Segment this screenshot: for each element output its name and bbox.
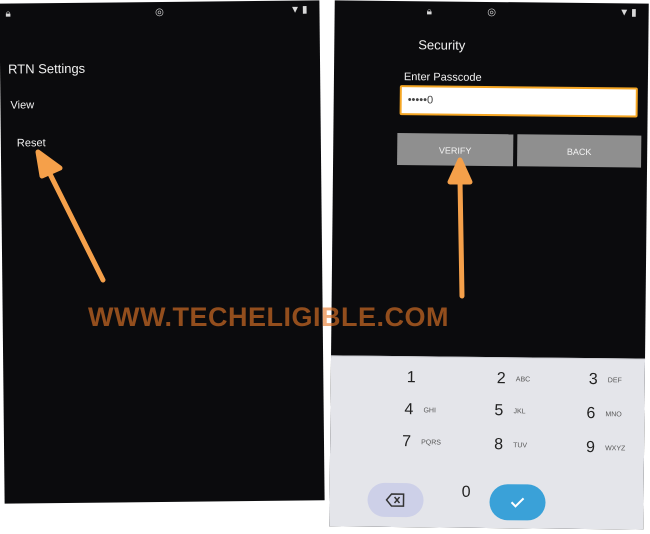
status-bar: 🔒︎ ◎ ▼▮ (335, 0, 649, 25)
menu-item-view[interactable]: View (10, 99, 34, 111)
lock-icon: 🔒︎ (426, 6, 433, 18)
left-phone-screen: 🔒︎ ◎ ▼▮ RTN Settings View Reset (0, 0, 325, 504)
key-number: 3 (588, 371, 598, 389)
key-number: 9 (586, 439, 596, 457)
key-number: 6 (586, 405, 596, 423)
done-key[interactable] (489, 484, 546, 521)
circle-icon: ◎ (487, 6, 497, 19)
key-letters: PQRS (421, 439, 442, 447)
verify-button[interactable]: VERIFY (397, 133, 514, 167)
check-icon (510, 497, 525, 508)
key-number: 0 (461, 483, 471, 501)
key-number: 5 (494, 402, 504, 420)
key-number: 2 (496, 370, 506, 388)
right-phone-screen: 🔒︎ ◎ ▼▮ Security Enter Passcode •••••0 V… (329, 0, 649, 530)
key-letters: MNO (605, 411, 622, 419)
key-letters: ABC (515, 376, 531, 384)
key-letters: JKL (513, 408, 526, 416)
wifi-battery-icon: ▼▮ (619, 7, 639, 19)
key-8[interactable]: 8 TUV (458, 428, 548, 465)
key-letters: WXYZ (605, 445, 626, 453)
lock-icon: 🔒︎ (5, 8, 11, 20)
key-number: 8 (494, 436, 504, 454)
menu-item-reset[interactable]: Reset (17, 137, 46, 149)
key-letters: TUV (513, 442, 528, 450)
watermark-text: WWW.TECHELIGIBLE.COM (88, 302, 449, 332)
back-button[interactable]: BACK (517, 134, 642, 168)
key-5[interactable]: 5 JKL (458, 394, 548, 431)
passcode-input[interactable]: •••••0 (399, 85, 638, 118)
key-7[interactable]: 7 PQRS (366, 425, 456, 462)
backspace-icon (385, 493, 405, 507)
passcode-label: Enter Passcode (403, 71, 482, 84)
page-title: Security (418, 37, 466, 53)
key-3[interactable]: 3 DEF (553, 363, 643, 400)
status-bar: 🔒︎ ◎ ▼▮ (0, 0, 320, 25)
circle-icon: ◎ (155, 6, 164, 19)
key-number: 4 (404, 401, 414, 419)
key-letters: DEF (607, 377, 622, 385)
key-number: 7 (402, 433, 412, 451)
key-9[interactable]: 9 WXYZ (550, 431, 640, 468)
key-letters: GHI (423, 407, 436, 415)
key-number: 1 (406, 369, 416, 387)
numeric-keypad: 1 2 ABC 3 DEF 4 GHI 5 JKL 6 MNO 7 PQRS 8 (329, 355, 646, 530)
key-6[interactable]: 6 MNO (550, 397, 640, 434)
page-title: RTN Settings (7, 60, 86, 77)
wifi-battery-icon: ▼▮ (290, 4, 310, 16)
backspace-key[interactable] (367, 482, 424, 518)
